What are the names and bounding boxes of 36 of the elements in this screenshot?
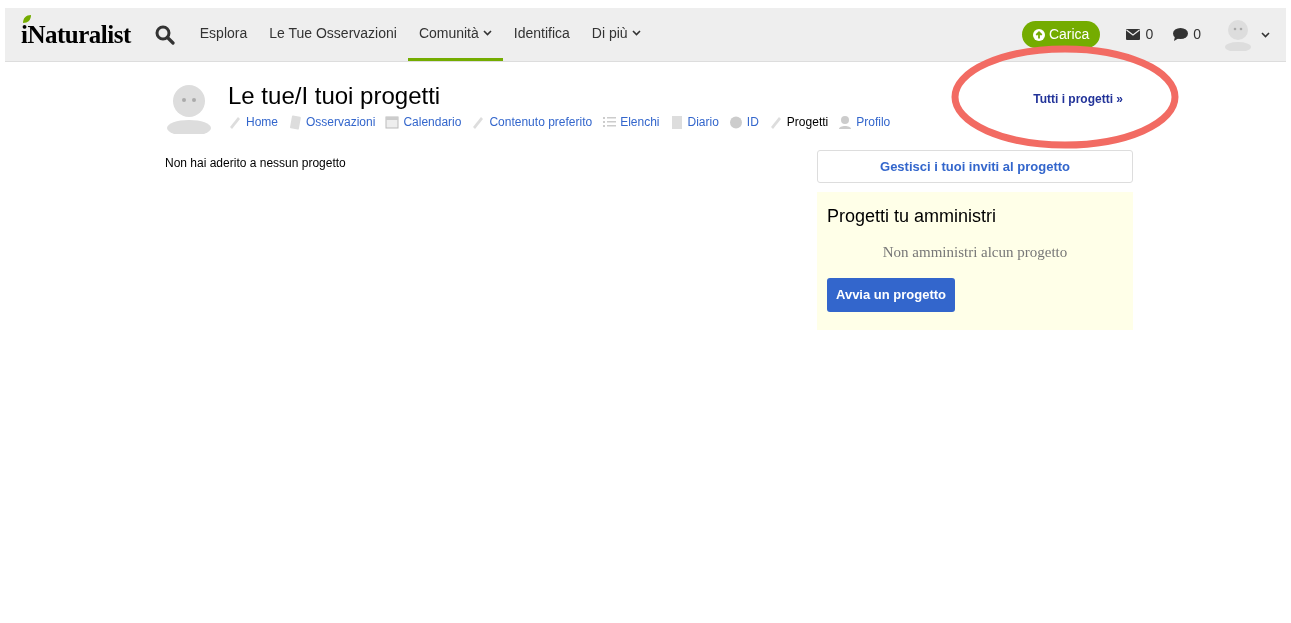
start-project-button[interactable]: Avvia un progetto (827, 277, 956, 312)
nav-link[interactable]: Di più (580, 8, 652, 61)
profile-tab[interactable]: Elenchi (602, 113, 660, 131)
profile-tab[interactable]: Osservazioni (288, 113, 376, 131)
chevron-down-icon[interactable] (1261, 31, 1270, 38)
message-count: 0 (1145, 25, 1154, 44)
upload-arrow-icon (1032, 28, 1045, 41)
notebook-icon (669, 114, 684, 130)
profile-tab[interactable]: ID (728, 113, 759, 131)
page-title: Le tue/I tuoi progetti (228, 82, 442, 110)
profile-tab[interactable]: Diario (669, 113, 719, 131)
profile-tab[interactable]: Contenuto preferito (471, 113, 593, 131)
nav-link[interactable]: Identifica (502, 8, 581, 61)
profile-tab[interactable]: Progetti (768, 113, 829, 131)
page-icon (288, 114, 302, 130)
search-icon[interactable] (154, 24, 175, 45)
envelope-icon[interactable] (1126, 29, 1141, 40)
list-icon (602, 114, 617, 130)
manage-invites-button[interactable]: Gestisci i tuoi inviti al progetto (817, 150, 1133, 183)
site-logo[interactable]: iNaturalist (21, 15, 131, 54)
help-icon (728, 114, 743, 130)
speech-bubble-icon[interactable] (1173, 28, 1189, 41)
nav-link[interactable]: Comunità (407, 8, 503, 61)
empty-projects-message: Non hai aderito a nessun progetto (165, 155, 347, 172)
nav-link[interactable]: Esplora (188, 8, 259, 61)
person-icon (838, 114, 853, 130)
profile-tab[interactable]: Calendario (385, 113, 462, 131)
nav-link[interactable]: Le Tue Osservazioni (258, 8, 408, 61)
calendar-icon (385, 114, 400, 130)
panel-title: Progetti tu amministri (827, 205, 998, 228)
profile-tab[interactable]: Profilo (838, 113, 891, 131)
no-admin-projects-message: Non amministri alcun progetto (881, 243, 1069, 262)
profile-tab[interactable]: Home (228, 113, 278, 131)
notification-count: 0 (1193, 25, 1201, 44)
all-projects-link[interactable]: Tutti i progetti » (1033, 90, 1123, 108)
user-avatar-icon (165, 84, 213, 134)
